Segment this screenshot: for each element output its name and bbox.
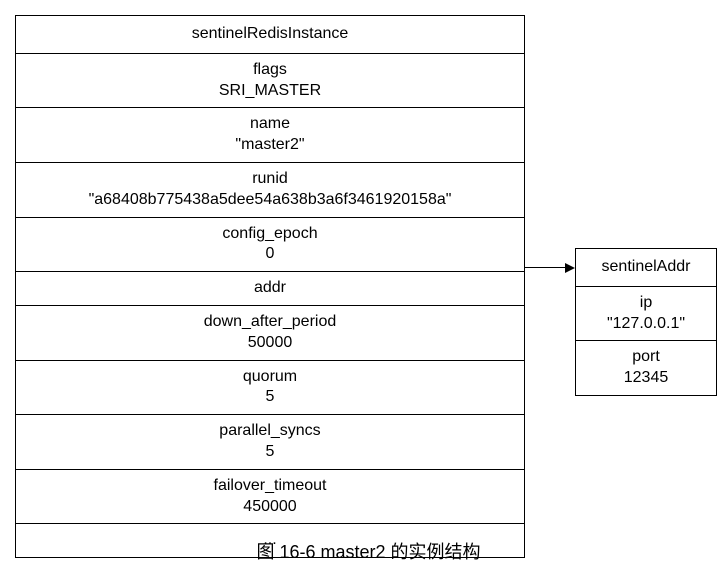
table-row: runid "a68408b775438a5dee54a638b3a6f3461… bbox=[16, 163, 524, 218]
row-label: flags bbox=[26, 60, 514, 81]
row-value: 450000 bbox=[26, 497, 514, 518]
row-label: name bbox=[26, 114, 514, 135]
arrow-head-icon bbox=[565, 263, 575, 273]
table-row: quorum 5 bbox=[16, 361, 524, 416]
row-value: 12345 bbox=[586, 368, 706, 389]
row-value: 5 bbox=[26, 387, 514, 408]
row-label: failover_timeout bbox=[26, 476, 514, 497]
caption-text: 图 16-6 master2 的实例结构 bbox=[256, 542, 480, 562]
row-label: port bbox=[586, 347, 706, 368]
table-row: parallel_syncs 5 bbox=[16, 415, 524, 470]
row-value: "127.0.0.1" bbox=[586, 314, 706, 335]
table-row: failover_timeout 450000 bbox=[16, 470, 524, 525]
row-label: runid bbox=[26, 169, 514, 190]
table-row: flags SRI_MASTER bbox=[16, 54, 524, 109]
row-label: down_after_period bbox=[26, 312, 514, 333]
row-label: addr bbox=[26, 278, 514, 299]
left-title-text: sentinelRedisInstance bbox=[192, 25, 349, 42]
table-row: config_epoch 0 bbox=[16, 218, 524, 273]
sentinel-redis-instance-table: sentinelRedisInstance flags SRI_MASTER n… bbox=[15, 15, 525, 558]
sentinel-addr-table: sentinelAddr ip "127.0.0.1" port 12345 bbox=[575, 248, 717, 396]
row-value: "a68408b775438a5dee54a638b3a6f3461920158… bbox=[26, 190, 514, 211]
row-label: ip bbox=[586, 293, 706, 314]
right-title: sentinelAddr bbox=[576, 249, 716, 287]
table-row: down_after_period 50000 bbox=[16, 306, 524, 361]
left-title: sentinelRedisInstance bbox=[16, 16, 524, 54]
row-label: quorum bbox=[26, 367, 514, 388]
row-value: 0 bbox=[26, 244, 514, 265]
row-value: 50000 bbox=[26, 333, 514, 354]
row-label: parallel_syncs bbox=[26, 421, 514, 442]
table-row: port 12345 bbox=[576, 341, 716, 395]
table-row: name "master2" bbox=[16, 108, 524, 163]
row-value: 5 bbox=[26, 442, 514, 463]
pointer-arrow bbox=[525, 263, 575, 273]
table-row-addr: addr bbox=[16, 272, 524, 306]
row-label: config_epoch bbox=[26, 224, 514, 245]
right-title-text: sentinelAddr bbox=[602, 258, 691, 275]
table-row: ip "127.0.0.1" bbox=[576, 287, 716, 342]
arrow-line bbox=[525, 267, 567, 268]
row-value: SRI_MASTER bbox=[26, 81, 514, 102]
row-value: "master2" bbox=[26, 135, 514, 156]
figure-caption: 图 16-6 master2 的实例结构 bbox=[10, 538, 717, 564]
